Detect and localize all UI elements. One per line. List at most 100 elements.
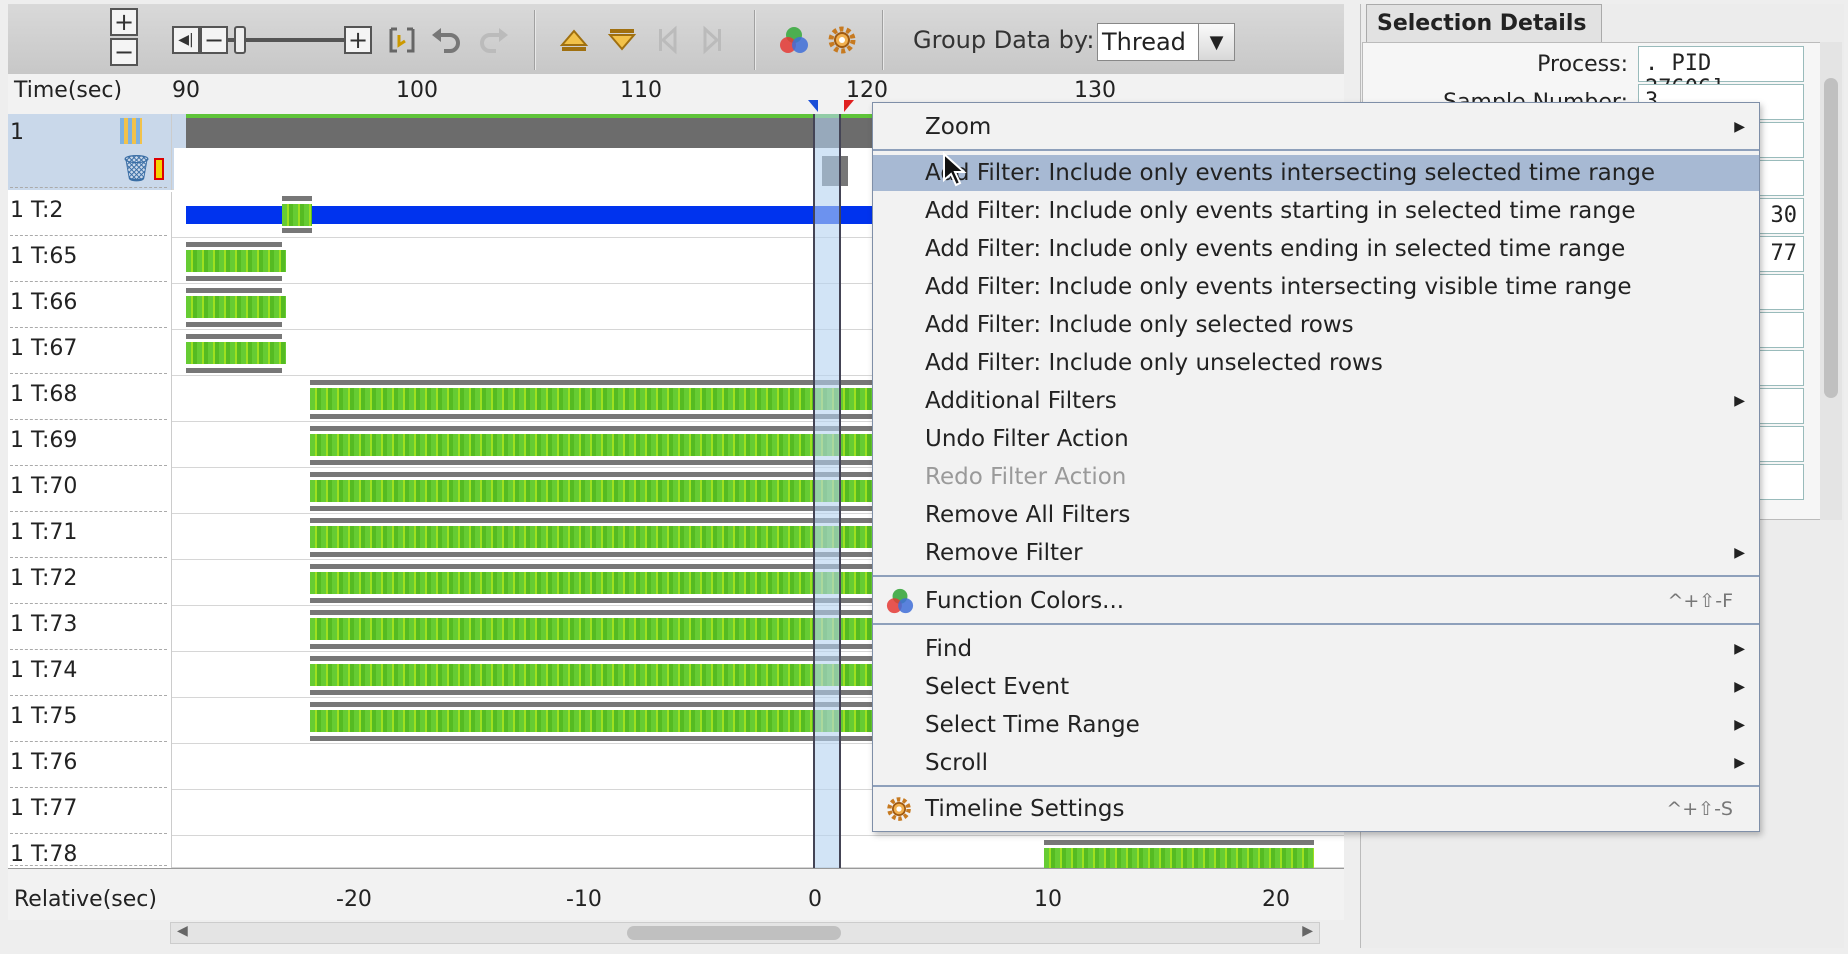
selection-start-marker[interactable]	[808, 100, 818, 112]
zoom-reset-button[interactable]: ◀|	[172, 26, 200, 54]
relative-time-ruler[interactable]: Relative(sec) -20 -10 0 10 20	[8, 868, 1344, 920]
event-bar[interactable]	[310, 702, 886, 707]
timeline-settings-gear-icon[interactable]	[824, 22, 860, 58]
chevron-down-icon[interactable]: ▼	[1198, 24, 1234, 60]
event-bar[interactable]	[310, 552, 886, 557]
cpu-usage-bar[interactable]	[310, 618, 886, 640]
menu-item-find[interactable]: Find ▶	[873, 631, 1759, 667]
menu-item-filter-starting-selected[interactable]: Add Filter: Include only events starting…	[873, 193, 1759, 229]
event-bar[interactable]	[310, 518, 886, 523]
event-bar[interactable]	[310, 690, 886, 695]
menu-item-additional-filters[interactable]: Additional Filters ▶	[873, 383, 1759, 419]
row-label: 1 T:71	[8, 514, 172, 560]
event-bar[interactable]	[310, 598, 886, 603]
row-label-text: 1 T:74	[10, 658, 78, 683]
event-bar[interactable]	[186, 334, 282, 339]
menu-separator	[873, 785, 1759, 787]
menu-item-filter-selected-rows[interactable]: Add Filter: Include only selected rows	[873, 307, 1759, 343]
cpu-usage-bar[interactable]	[186, 342, 286, 364]
menu-item-zoom[interactable]: Zoom ▶	[873, 109, 1759, 145]
menu-item-undo-filter[interactable]: Undo Filter Action	[873, 421, 1759, 457]
trash-icon[interactable]: 🗑	[120, 154, 153, 184]
event-bar[interactable]	[186, 322, 282, 327]
menu-item-filter-unselected-rows[interactable]: Add Filter: Include only unselected rows	[873, 345, 1759, 381]
undo-icon[interactable]	[428, 22, 464, 58]
menu-item-select-time-range[interactable]: Select Time Range ▶	[873, 707, 1759, 743]
zoom-minus-button[interactable]: −	[200, 26, 228, 54]
zoom-plus-button[interactable]: +	[344, 26, 372, 54]
row-label-text: 1 T:75	[10, 704, 78, 729]
horizontal-scroll-thumb[interactable]	[627, 926, 841, 940]
zoom-to-selection-icon[interactable]	[384, 22, 420, 58]
event-bar[interactable]	[310, 644, 886, 649]
cpu-usage-bar[interactable]	[310, 480, 886, 502]
menu-item-filter-ending-selected[interactable]: Add Filter: Include only events ending i…	[873, 231, 1759, 267]
event-bar[interactable]	[186, 276, 282, 281]
event-bar[interactable]	[186, 368, 282, 373]
cpu-usage-bar[interactable]	[310, 526, 886, 548]
menu-item-label: Timeline Settings	[925, 796, 1125, 822]
function-colors-icon[interactable]	[776, 22, 812, 58]
menu-item-remove-all-filters[interactable]: Remove All Filters	[873, 497, 1759, 533]
event-bar[interactable]	[310, 380, 886, 385]
event-bar[interactable]	[282, 228, 312, 233]
menu-item-filter-intersecting-visible[interactable]: Add Filter: Include only events intersec…	[873, 269, 1759, 305]
event-bar[interactable]	[310, 460, 886, 465]
expand-all-icon[interactable]	[556, 22, 592, 58]
collapse-all-icon[interactable]	[604, 22, 640, 58]
zoom-out-small-button[interactable]: −	[110, 38, 138, 66]
menu-item-select-event[interactable]: Select Event ▶	[873, 669, 1759, 705]
row-label-text: 1 T:65	[10, 244, 78, 269]
cpu-usage-bar[interactable]	[186, 296, 286, 318]
zoom-slider-knob[interactable]	[234, 26, 246, 54]
menu-item-filter-intersecting-selected[interactable]: Add Filter: Include only events intersec…	[873, 155, 1759, 191]
event-bar[interactable]	[1044, 840, 1314, 845]
event-bar[interactable]	[310, 472, 886, 477]
menu-item-scroll[interactable]: Scroll ▶	[873, 745, 1759, 781]
horizontal-scrollbar[interactable]: ◀ ▶	[170, 922, 1320, 944]
cpu-usage-bar[interactable]	[310, 434, 886, 456]
cpu-usage-bar[interactable]	[310, 710, 886, 732]
menu-item-label: Add Filter: Include only events ending i…	[925, 236, 1626, 262]
row-label: 1 T:67	[8, 330, 172, 376]
selection-details-tab[interactable]: Selection Details	[1366, 4, 1602, 42]
event-bar[interactable]	[282, 196, 312, 201]
selected-time-range[interactable]	[813, 114, 841, 906]
row-label: 1 T:77	[8, 790, 172, 836]
row-color-icon[interactable]	[120, 118, 142, 144]
menu-item-function-colors[interactable]: Function Colors... ^+⇧-F	[873, 583, 1759, 619]
row-label: 1 T:74	[8, 652, 172, 698]
event-bar[interactable]	[310, 736, 886, 741]
thread-row[interactable]: 1 T:78	[8, 836, 1344, 868]
relative-tick: 0	[808, 887, 822, 912]
menu-item-label: Remove All Filters	[925, 502, 1131, 528]
cpu-usage-bar[interactable]	[186, 250, 286, 272]
event-bar[interactable]	[186, 242, 282, 247]
cpu-usage-bar[interactable]	[282, 204, 312, 226]
cpu-usage-bar[interactable]	[1044, 848, 1314, 868]
event-bar[interactable]	[310, 426, 886, 431]
menu-item-remove-filter[interactable]: Remove Filter ▶	[873, 535, 1759, 571]
event-bar[interactable]	[310, 506, 886, 511]
cpu-usage-bar[interactable]	[310, 664, 886, 686]
group-data-by-select[interactable]: Thread ▼	[1097, 23, 1235, 61]
event-bar[interactable]	[310, 564, 886, 569]
zoom-in-small-button[interactable]: +	[110, 8, 138, 36]
timeline-toolbar: + − ◀| − + Group Data by: Thread ▼	[8, 4, 1344, 76]
cpu-usage-bar[interactable]	[310, 388, 886, 410]
details-vertical-scrollbar[interactable]	[1820, 42, 1842, 520]
vertical-scroll-thumb[interactable]	[1824, 78, 1838, 398]
event-bar[interactable]	[186, 288, 282, 293]
row-label: 1 T:72	[8, 560, 172, 606]
event-bar[interactable]	[310, 656, 886, 661]
time-tick: 120	[846, 78, 888, 103]
scroll-left-icon[interactable]: ◀	[177, 923, 188, 939]
scroll-right-icon[interactable]: ▶	[1302, 923, 1313, 939]
menu-item-timeline-settings[interactable]: Timeline Settings ^+⇧-S	[873, 791, 1759, 827]
menu-item-label: Undo Filter Action	[925, 426, 1129, 452]
event-bar[interactable]	[310, 414, 886, 419]
cpu-usage-bar[interactable]	[310, 572, 886, 594]
row-label-text: 1	[10, 120, 24, 145]
event-bar[interactable]	[310, 610, 886, 615]
process-field[interactable]: . PID 27606]	[1638, 46, 1804, 101]
